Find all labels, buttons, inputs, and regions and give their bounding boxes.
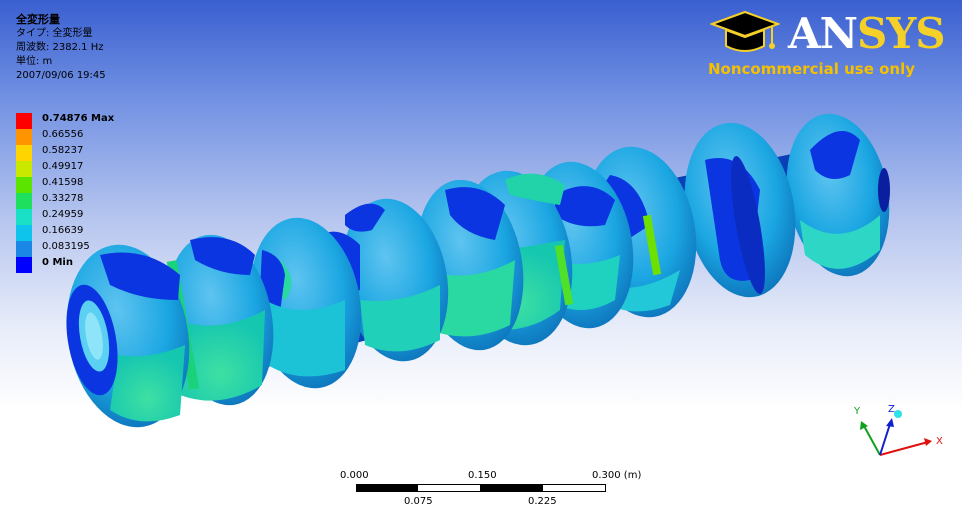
triad-center-ball[interactable] — [894, 410, 902, 418]
scale-label-bottom: 0.225 — [528, 496, 557, 507]
deformed-model-view[interactable] — [0, 0, 962, 526]
scale-label-top: 0.150 — [468, 470, 497, 481]
y-axis-label: Y — [853, 406, 861, 417]
y-axis-line — [863, 425, 881, 456]
x-axis-label: X — [936, 436, 943, 447]
x-axis-arrow — [924, 438, 932, 446]
z-axis-line — [879, 423, 891, 456]
x-axis-line — [879, 441, 929, 456]
y-axis-arrow — [860, 421, 868, 430]
z-axis-label: Z — [888, 404, 895, 415]
scale-segment — [356, 484, 418, 492]
z-axis-arrow — [886, 418, 894, 427]
scale-label-top: 0.000 — [340, 470, 369, 481]
scale-segment — [418, 484, 480, 492]
coordinate-triad[interactable]: X Y Z — [840, 400, 950, 470]
scale-segment — [542, 484, 606, 492]
scale-label-top: 0.300 (m) — [592, 470, 642, 481]
scale-segment — [480, 484, 542, 492]
rotor-body — [66, 113, 890, 428]
scale-label-bottom: 0.075 — [404, 496, 433, 507]
scale-bar: 0.000 0.150 0.300 (m) 0.075 0.225 — [340, 470, 642, 520]
